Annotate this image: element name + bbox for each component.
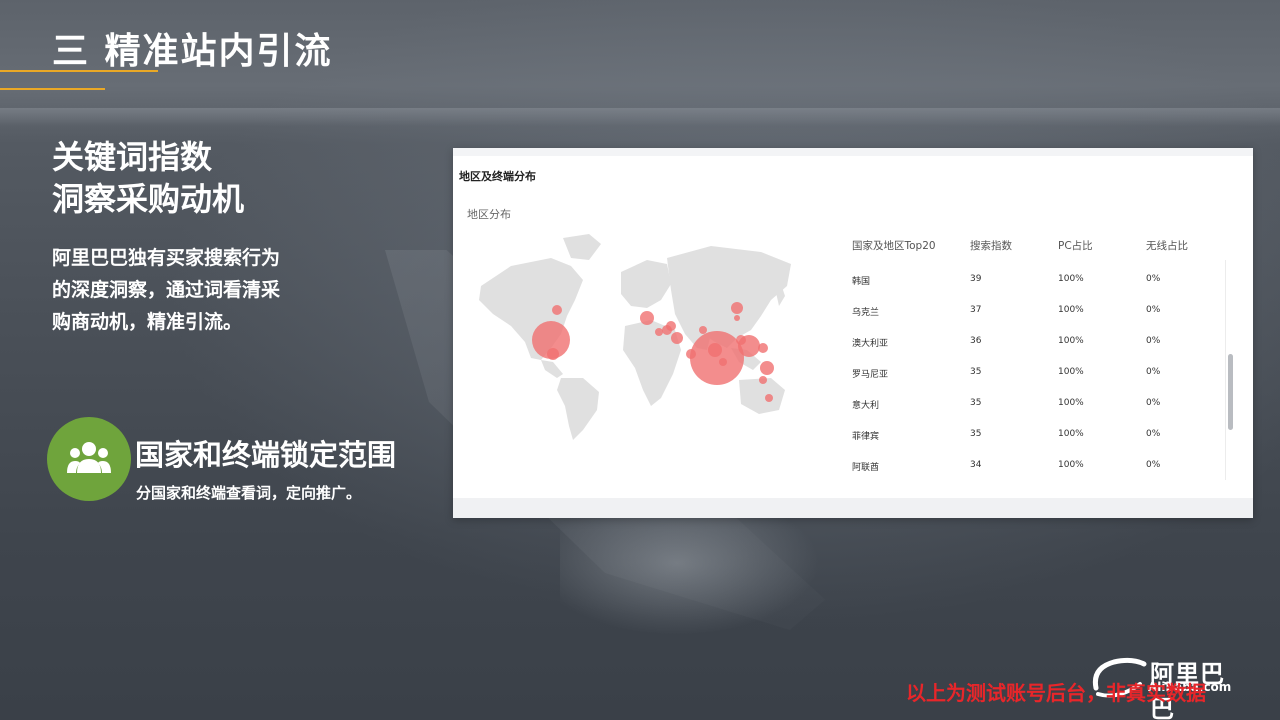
panel-top-bar	[453, 148, 1253, 156]
headline: 关键词指数 洞察采购动机	[52, 136, 244, 220]
map-bubble[interactable]	[731, 302, 743, 314]
users-icon	[67, 442, 111, 473]
cell-mobile: 0%	[1146, 336, 1161, 346]
table-body: 韩国 39 100% 0% 乌克兰 37 100% 0% 澳大利亚 36 100…	[845, 264, 1235, 481]
map-bubble[interactable]	[671, 332, 683, 344]
map-bubble[interactable]	[759, 376, 767, 384]
cell-index: 34	[970, 460, 982, 470]
cell-pc: 100%	[1058, 336, 1084, 346]
cell-index: 35	[970, 367, 982, 377]
map-bubble[interactable]	[760, 361, 774, 375]
cell-country: 韩国	[852, 277, 871, 287]
table-row: 韩国 39 100% 0%	[845, 264, 1235, 295]
map-bubble[interactable]	[640, 311, 654, 325]
cell-index: 37	[970, 305, 982, 315]
cell-index: 36	[970, 336, 982, 346]
table-row: 澳大利亚 36 100% 0%	[845, 326, 1235, 357]
table-row: 罗马尼亚 35 100% 0%	[845, 357, 1235, 388]
world-map	[479, 234, 791, 440]
map-bubble[interactable]	[655, 328, 663, 336]
table-scrollbar[interactable]	[1225, 260, 1233, 480]
map-bubble[interactable]	[690, 331, 744, 385]
title-underline	[0, 70, 158, 72]
table-scrollbar-thumb[interactable]	[1228, 354, 1233, 430]
column-header-index[interactable]: 搜索指数	[970, 238, 1012, 253]
description-line-3: 购商动机，精准引流。	[52, 311, 243, 333]
cell-index: 35	[970, 429, 982, 439]
map-bubble[interactable]	[708, 343, 722, 357]
description: 阿里巴巴独有买家搜索行为 的深度洞察，通过词看清采 购商动机，精准引流。	[52, 242, 352, 338]
table-row: 意大利 35 100% 0%	[845, 388, 1235, 419]
cell-country: 菲律宾	[852, 432, 880, 442]
panel-bottom-bar	[453, 498, 1253, 518]
cell-pc: 100%	[1058, 398, 1084, 408]
table-row: 菲律宾 35 100% 0%	[845, 419, 1235, 450]
panel-subtitle: 地区分布	[467, 208, 511, 221]
description-line-1: 阿里巴巴独有买家搜索行为	[52, 247, 281, 269]
cell-mobile: 0%	[1146, 398, 1161, 408]
cell-mobile: 0%	[1146, 305, 1161, 315]
headline-line-2: 洞察采购动机	[52, 180, 245, 218]
cell-mobile: 0%	[1146, 460, 1161, 470]
cell-mobile: 0%	[1146, 429, 1161, 439]
table-row: 阿联酋 34 100% 0%	[845, 450, 1235, 481]
page-title: 三 精准站内引流	[52, 31, 333, 72]
panel-title: 地区及终端分布	[459, 170, 536, 183]
cell-pc: 100%	[1058, 274, 1084, 284]
cell-mobile: 0%	[1146, 367, 1161, 377]
map-bubble[interactable]	[738, 335, 760, 357]
column-header-mobile[interactable]: 无线占比	[1146, 238, 1188, 253]
map-bubble[interactable]	[758, 343, 768, 353]
feature-subtitle: 分国家和终端查看词，定向推广。	[136, 484, 362, 502]
feature-title: 国家和终端锁定范围	[135, 438, 397, 472]
title-underline-secondary	[0, 88, 105, 90]
table-row: 乌克兰 37 100% 0%	[845, 295, 1235, 326]
ship-wake	[560, 515, 820, 635]
column-header-pc[interactable]: PC占比	[1058, 238, 1093, 253]
headline-line-1: 关键词指数	[52, 138, 213, 176]
map-bubble[interactable]	[699, 326, 707, 334]
cell-pc: 100%	[1058, 460, 1084, 470]
cell-index: 35	[970, 398, 982, 408]
cell-country: 意大利	[852, 401, 880, 411]
cell-index: 39	[970, 274, 982, 284]
map-bubble[interactable]	[719, 358, 727, 366]
map-bubble[interactable]	[734, 315, 740, 321]
column-header-country[interactable]: 国家及地区Top20	[852, 238, 936, 253]
cell-country: 乌克兰	[852, 308, 880, 318]
description-line-2: 的深度洞察，通过词看清采	[52, 279, 281, 301]
cell-country: 澳大利亚	[852, 339, 889, 349]
cell-pc: 100%	[1058, 367, 1084, 377]
cell-pc: 100%	[1058, 305, 1084, 315]
table-header: 国家及地区Top20 搜索指数 PC占比 无线占比	[845, 230, 1235, 260]
region-distribution-panel: 地区及终端分布 地区分布 国家及地区Top20 搜索指数 PC占比 无线占比 韩…	[453, 148, 1253, 518]
country-table: 国家及地区Top20 搜索指数 PC占比 无线占比 韩国 39 100% 0% …	[845, 230, 1235, 481]
cell-mobile: 0%	[1146, 274, 1161, 284]
disclaimer: 以上为测试账号后台，非真实数据	[906, 681, 1206, 705]
feature-badge	[47, 417, 131, 501]
cell-country: 阿联酋	[852, 463, 880, 473]
map-bubble[interactable]	[552, 305, 562, 315]
cell-pc: 100%	[1058, 429, 1084, 439]
map-bubble[interactable]	[666, 321, 676, 331]
map-bubble[interactable]	[547, 348, 559, 360]
map-bubble[interactable]	[765, 394, 773, 402]
horizon-glow	[0, 108, 1280, 126]
cell-country: 罗马尼亚	[852, 370, 889, 380]
